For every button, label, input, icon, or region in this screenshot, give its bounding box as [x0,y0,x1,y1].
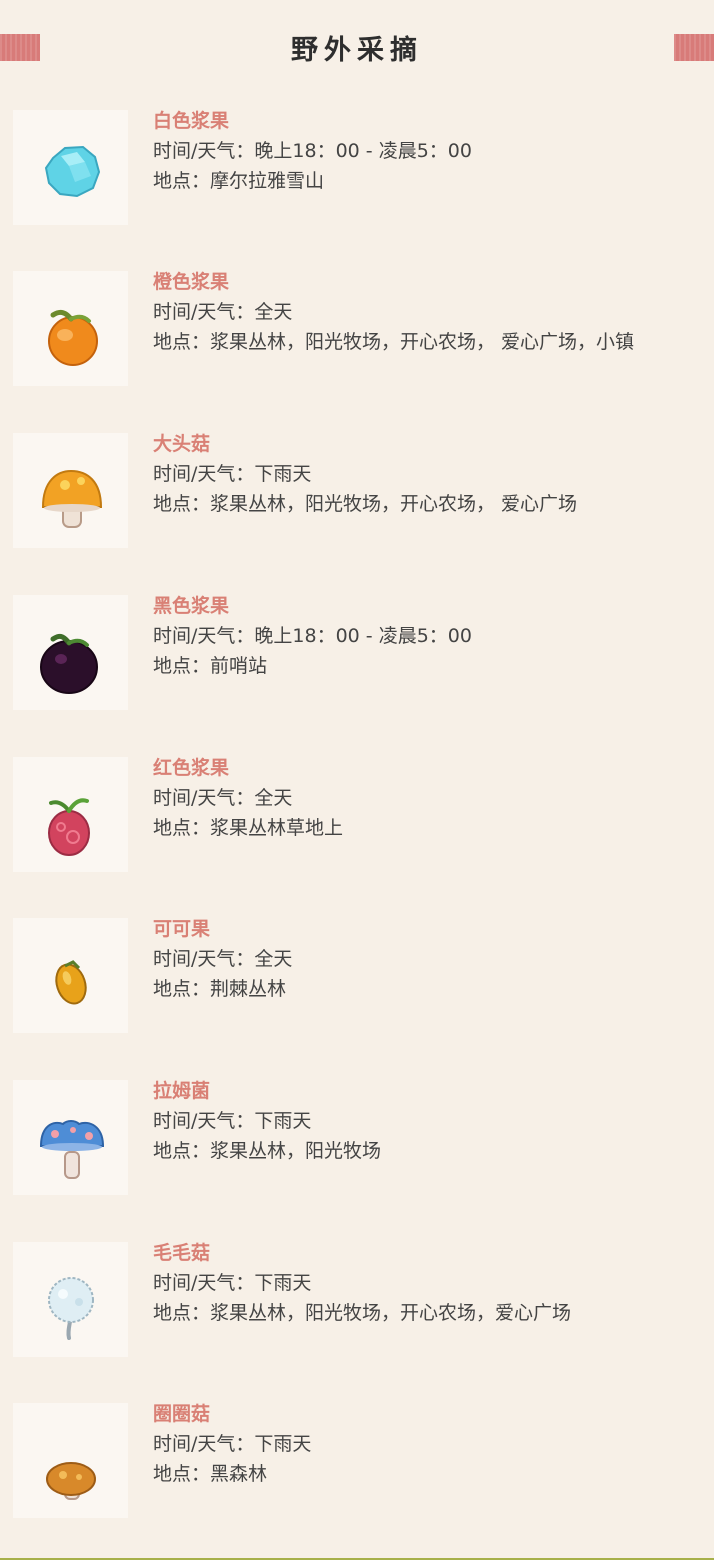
item-time: 时间/天气：全天 [153,301,293,323]
item-thumbnail [13,271,128,386]
item-time: 时间/天气：晚上18：00 - 凌晨5：00 [153,625,472,647]
item-time: 时间/天气：下雨天 [153,1110,312,1132]
item-location: 地点：前哨站 [153,655,268,677]
list-item: 拉姆菌 时间/天气：下雨天 地点：浆果丛林，阳光牧场 [0,1080,714,1220]
item-time: 时间/天气：全天 [153,787,293,809]
red-berry-icon [48,798,90,856]
black-berry-icon [40,633,98,694]
item-thumbnail [13,433,128,548]
blue-crystal-berry-icon [44,145,101,198]
item-thumbnail [13,1080,128,1195]
item-time: 时间/天气：下雨天 [153,463,312,485]
list-item: 白色浆果 时间/天气：晚上18：00 - 凌晨5：00 地点：摩尔拉雅雪山 [0,110,714,250]
page-header: 野外采摘 [0,0,714,100]
item-name: 可可果 [153,918,211,940]
item-location: 地点：浆果丛林，阳光牧场 [153,1140,382,1162]
item-location: 地点：荆棘丛林 [153,978,287,1000]
item-name: 红色浆果 [153,757,230,779]
item-location: 地点：黑森林 [153,1463,268,1485]
item-location: 地点：浆果丛林草地上 [153,817,344,839]
item-time: 时间/天气：全天 [153,948,293,970]
item-thumbnail [13,595,128,710]
item-time: 时间/天气：下雨天 [153,1433,312,1455]
item-location: 地点：浆果丛林，阳光牧场，开心农场， 爱心广场 [153,493,578,515]
header-decor-right [674,34,714,61]
list-item: 毛毛菇 时间/天气：下雨天 地点：浆果丛林，阳光牧场，开心农场，爱心广场 [0,1242,714,1382]
item-name: 大头菇 [153,433,211,455]
cocoa-fruit-icon [55,960,87,1005]
item-name: 拉姆菌 [153,1080,211,1102]
list-item: 可可果 时间/天气：全天 地点：荆棘丛林 [0,918,714,1058]
item-name: 毛毛菇 [153,1242,211,1264]
big-mushroom-icon [41,469,103,528]
page-title: 野外采摘 [291,35,423,66]
list-item: 圈圈菇 时间/天气：下雨天 地点：黑森林 [0,1403,714,1543]
fluffy-mushroom-icon [48,1277,94,1340]
item-time: 时间/天气：晚上18：00 - 凌晨5：00 [153,140,472,162]
item-name: 黑色浆果 [153,595,230,617]
item-location: 地点：浆果丛林，阳光牧场，开心农场， 爱心广场，小镇 [153,331,635,353]
item-thumbnail [13,757,128,872]
item-name: 橙色浆果 [153,271,230,293]
list-item: 大头菇 时间/天气：下雨天 地点：浆果丛林，阳光牧场，开心农场， 爱心广场 [0,433,714,573]
list-item: 黑色浆果 时间/天气：晚上18：00 - 凌晨5：00 地点：前哨站 [0,595,714,735]
item-location: 地点：摩尔拉雅雪山 [153,170,325,192]
item-thumbnail [13,918,128,1033]
item-name: 圈圈菇 [153,1403,211,1425]
list-item: 橙色浆果 时间/天气：全天 地点：浆果丛林，阳光牧场，开心农场， 爱心广场，小镇 [0,271,714,411]
orange-berry-icon [48,309,98,366]
item-name: 白色浆果 [153,110,230,132]
list-item: 红色浆果 时间/天气：全天 地点：浆果丛林草地上 [0,757,714,897]
item-thumbnail [13,1242,128,1357]
ring-mushroom-icon [46,1462,96,1500]
item-thumbnail [13,1403,128,1518]
item-time: 时间/天气：下雨天 [153,1272,312,1294]
blue-mushroom-icon [39,1120,105,1179]
item-thumbnail [13,110,128,225]
item-location: 地点：浆果丛林，阳光牧场，开心农场，爱心广场 [153,1302,572,1324]
